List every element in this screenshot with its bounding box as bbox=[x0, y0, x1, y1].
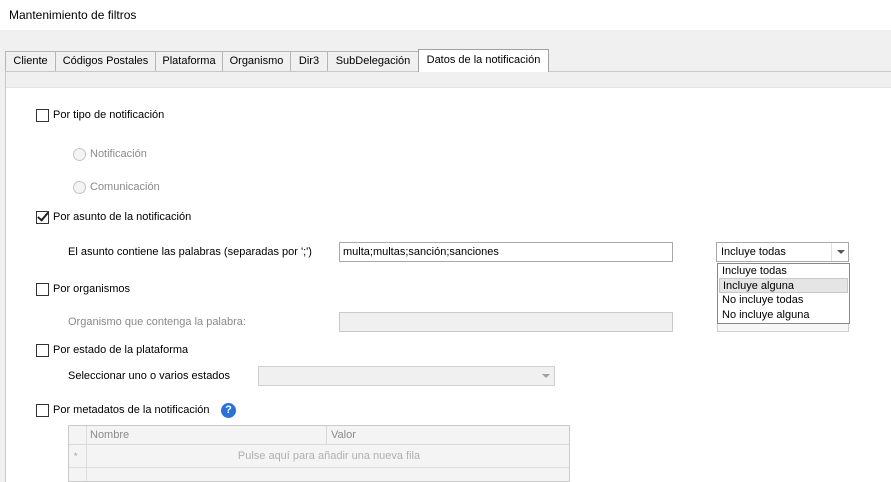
por-organismos-checkbox[interactable] bbox=[36, 283, 49, 296]
tab-strip: Cliente Códigos Postales Plataforma Orga… bbox=[0, 30, 891, 72]
tab-subdelegacion[interactable]: SubDelegación bbox=[327, 51, 419, 72]
grid-new-row[interactable]: * Pulse aquí para añadir una nueva fila bbox=[69, 445, 569, 468]
chevron-down-icon[interactable] bbox=[831, 243, 848, 261]
panel-header-strip bbox=[6, 72, 891, 88]
disabled-combo-remnant bbox=[717, 324, 849, 332]
dropdown-option-incluye-alguna[interactable]: Incluye alguna bbox=[719, 278, 848, 293]
help-icon[interactable]: ? bbox=[221, 403, 236, 418]
window-titlebar: Mantenimiento de filtros bbox=[0, 0, 891, 30]
grid-new-row-hint: Pulse aquí para añadir una nueva fila bbox=[237, 450, 421, 462]
asunto-mode-selected: Incluye todas bbox=[721, 246, 786, 258]
organismo-input[interactable] bbox=[339, 312, 673, 332]
asunto-field-label: El asunto contiene las palabras (separad… bbox=[68, 246, 312, 258]
tab-cliente[interactable]: Cliente bbox=[5, 51, 56, 72]
tab-codigos-postales[interactable]: Códigos Postales bbox=[55, 51, 156, 72]
comunicacion-radio[interactable] bbox=[73, 181, 86, 194]
grid-row-header-column bbox=[69, 426, 87, 481]
grid-header: Nombre Valor bbox=[69, 426, 569, 445]
dropdown-option-no-incluye-todas[interactable]: No incluye todas bbox=[719, 293, 848, 308]
por-tipo-label: Por tipo de notificación bbox=[53, 109, 165, 121]
notificacion-radio[interactable] bbox=[73, 148, 86, 161]
organismo-field-label: Organismo que contenga la palabra: bbox=[68, 316, 246, 328]
comunicacion-radio-label: Comunicación bbox=[90, 181, 160, 193]
estado-field-label: Seleccionar uno o varios estados bbox=[68, 370, 231, 382]
tab-plataforma[interactable]: Plataforma bbox=[155, 51, 223, 72]
window-title: Mantenimiento de filtros bbox=[9, 8, 137, 22]
metadatos-grid: Nombre Valor * Pulse aquí para añadir un… bbox=[68, 425, 570, 482]
por-estado-label: Por estado de la plataforma bbox=[53, 344, 189, 356]
dropdown-option-incluye-todas[interactable]: Incluye todas bbox=[719, 264, 848, 279]
por-organismos-label: Por organismos bbox=[53, 283, 131, 295]
estado-select[interactable] bbox=[258, 366, 555, 386]
chevron-down-icon[interactable] bbox=[537, 367, 554, 385]
por-asunto-checkbox[interactable] bbox=[36, 211, 49, 224]
notificacion-radio-label: Notificación bbox=[90, 148, 147, 160]
grid-column-nombre[interactable]: Nombre bbox=[90, 429, 129, 441]
tab-dir3[interactable]: Dir3 bbox=[290, 51, 328, 72]
asunto-mode-select[interactable]: Incluye todas bbox=[716, 242, 849, 262]
asunto-words-input[interactable]: multa;multas;sanción;sanciones bbox=[339, 242, 673, 262]
por-tipo-checkbox[interactable] bbox=[36, 109, 49, 122]
por-asunto-label: Por asunto de la notificación bbox=[53, 211, 192, 223]
tab-datos-notificacion[interactable]: Datos de la notificación bbox=[418, 49, 549, 72]
por-metadatos-label: Por metadatos de la notificación bbox=[53, 404, 210, 416]
grid-column-separator bbox=[326, 426, 327, 445]
tab-organismo[interactable]: Organismo bbox=[222, 51, 291, 72]
asunto-mode-dropdown: Incluye todas Incluye alguna No incluye … bbox=[717, 263, 850, 324]
grid-column-valor[interactable]: Valor bbox=[331, 429, 356, 441]
dropdown-option-no-incluye-alguna[interactable]: No incluye alguna bbox=[719, 308, 848, 323]
por-metadatos-checkbox[interactable] bbox=[36, 404, 49, 417]
por-estado-checkbox[interactable] bbox=[36, 344, 49, 357]
